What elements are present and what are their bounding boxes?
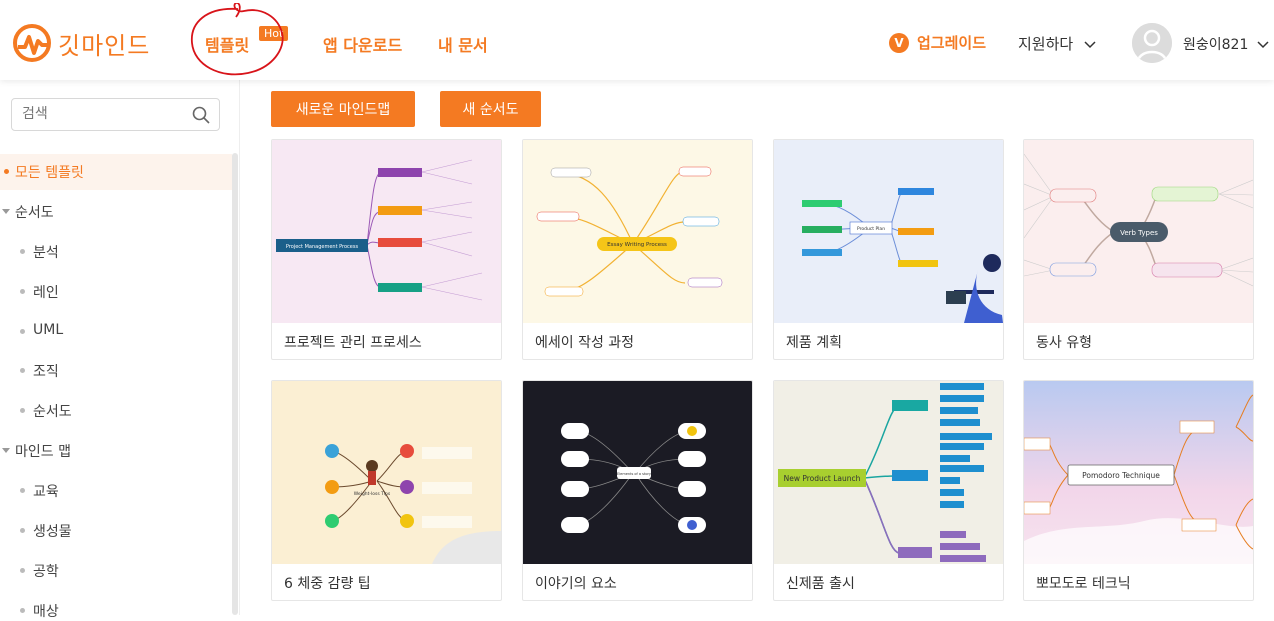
chevron-down-icon bbox=[1084, 40, 1096, 48]
sidebar-item-analysis[interactable]: 분석 bbox=[33, 242, 59, 262]
new-flowchart-button[interactable]: 새 순서도 bbox=[440, 91, 541, 127]
bullet-icon bbox=[20, 608, 25, 613]
thumb-root-label: Essay Writing Process bbox=[607, 242, 667, 248]
thumb-root-label: Verb Types bbox=[1120, 229, 1158, 237]
bullet-icon bbox=[20, 368, 25, 373]
nav-templates[interactable]: 템플릿 bbox=[205, 32, 249, 56]
nav-app-download[interactable]: 앱 다운로드 bbox=[323, 32, 402, 56]
sidebar-item-org[interactable]: 조직 bbox=[33, 361, 59, 381]
upgrade-label: 업그레이드 bbox=[917, 34, 987, 52]
sidebar-item-uml[interactable]: UML bbox=[33, 322, 63, 338]
sidebar-item-production[interactable]: 생성물 bbox=[33, 521, 72, 541]
logo[interactable]: 깃마인드 bbox=[12, 23, 150, 63]
chevron-down-icon bbox=[1257, 41, 1269, 49]
template-thumbnail: Essay Writing Process bbox=[523, 140, 752, 323]
template-card[interactable]: Pomodoro Technique 뽀모도로 테크닉 bbox=[1023, 380, 1254, 601]
template-thumbnail: Verb Types bbox=[1024, 140, 1253, 323]
thumb-root-label: Project Management Process bbox=[286, 244, 359, 250]
template-card[interactable]: Essay Writing Process 에세이 작성 과정 bbox=[522, 139, 753, 360]
gitmind-logo-icon bbox=[13, 24, 51, 62]
caret-down-icon[interactable] bbox=[2, 448, 10, 453]
bullet-icon bbox=[4, 169, 9, 174]
thumb-root-label: Weight-loss Tips bbox=[354, 491, 391, 497]
sidebar-item-lane[interactable]: 레인 bbox=[33, 282, 59, 302]
sidebar: 모든 템플릿 순서도 분석 레인 UML 조직 순서도 마인드 맵 교육 생성물… bbox=[0, 80, 240, 620]
nav-my-documents[interactable]: 내 문서 bbox=[438, 32, 488, 56]
search-icon[interactable] bbox=[192, 106, 210, 124]
avatar[interactable] bbox=[1132, 23, 1172, 63]
bullet-icon bbox=[20, 289, 25, 294]
template-title: 6 체중 감량 팁 bbox=[284, 576, 371, 592]
logo-text: 깃마인드 bbox=[58, 31, 151, 60]
thumb-root-label: Product Plan bbox=[857, 226, 885, 232]
search-box[interactable] bbox=[11, 98, 220, 131]
template-title: 동사 유형 bbox=[1036, 335, 1092, 351]
template-title: 이야기의 요소 bbox=[535, 576, 617, 592]
username-label: 원숭이821 bbox=[1183, 37, 1249, 53]
bullet-icon bbox=[20, 488, 25, 493]
sidebar-group-flowchart[interactable]: 순서도 bbox=[15, 202, 54, 222]
template-thumbnail: Project Management Process bbox=[272, 140, 501, 323]
search-input[interactable] bbox=[22, 106, 182, 122]
template-thumbnail: Elements of a story bbox=[523, 381, 752, 564]
sidebar-item-all-templates[interactable]: 모든 템플릿 bbox=[15, 162, 84, 182]
template-title: 뽀모도로 테크닉 bbox=[1036, 576, 1131, 592]
sidebar-item-education[interactable]: 교육 bbox=[33, 481, 59, 501]
sidebar-item-flowchart[interactable]: 순서도 bbox=[33, 401, 72, 421]
bullet-icon bbox=[20, 568, 25, 573]
sidebar-item-engineering[interactable]: 공학 bbox=[33, 561, 59, 581]
bullet-icon bbox=[20, 408, 25, 413]
vip-icon: V bbox=[889, 32, 909, 53]
sidebar-item-sales[interactable]: 매상 bbox=[33, 601, 59, 621]
template-thumbnail: Weight-loss Tips bbox=[272, 381, 501, 564]
template-thumbnail: New Product Launch bbox=[774, 381, 1003, 564]
template-card[interactable]: New Product Launch 신제품 출시 bbox=[773, 380, 1004, 601]
upgrade-button[interactable]: V 업그레이드 bbox=[889, 32, 986, 53]
bullet-icon bbox=[20, 249, 25, 254]
thumb-root-label: New Product Launch bbox=[784, 474, 861, 483]
bullet-icon bbox=[20, 528, 25, 533]
template-card[interactable]: Product Plan 제품 계획 bbox=[773, 139, 1004, 360]
thumb-root-label: Pomodoro Technique bbox=[1082, 471, 1160, 480]
template-title: 프로젝트 관리 프로세스 bbox=[284, 335, 422, 351]
template-thumbnail: Product Plan bbox=[774, 140, 1003, 323]
support-label: 지원하다 bbox=[1018, 35, 1074, 53]
caret-down-icon[interactable] bbox=[2, 209, 10, 214]
new-mindmap-button[interactable]: 새로운 마인드맵 bbox=[271, 91, 415, 127]
template-card[interactable]: Verb Types 동사 유형 bbox=[1023, 139, 1254, 360]
top-header: 깃마인드 템플릿 Hot 앱 다운로드 내 문서 V 업그레이드 지원하다 원숭… bbox=[0, 0, 1274, 80]
hot-badge: Hot bbox=[259, 26, 289, 41]
template-thumbnail: Pomodoro Technique bbox=[1024, 381, 1253, 564]
bullet-icon bbox=[20, 329, 25, 334]
thumb-root-label: Elements of a story bbox=[617, 472, 651, 476]
sidebar-group-mindmap[interactable]: 마인드 맵 bbox=[15, 441, 71, 461]
template-title: 제품 계획 bbox=[786, 335, 842, 351]
user-icon bbox=[1132, 23, 1172, 63]
support-dropdown[interactable]: 지원하다 bbox=[1018, 33, 1096, 54]
template-card[interactable]: Project Management Process 프로젝트 관리 프로세스 bbox=[271, 139, 502, 360]
template-title: 에세이 작성 과정 bbox=[535, 335, 635, 351]
template-title: 신제품 출시 bbox=[786, 576, 855, 592]
sidebar-scrollbar[interactable] bbox=[232, 153, 238, 615]
template-card[interactable]: Weight-loss Tips 6 체중 감량 팁 bbox=[271, 380, 502, 601]
user-menu[interactable]: 원숭이821 bbox=[1183, 34, 1269, 54]
template-card[interactable]: Elements of a story 이야기의 요소 bbox=[522, 380, 753, 601]
